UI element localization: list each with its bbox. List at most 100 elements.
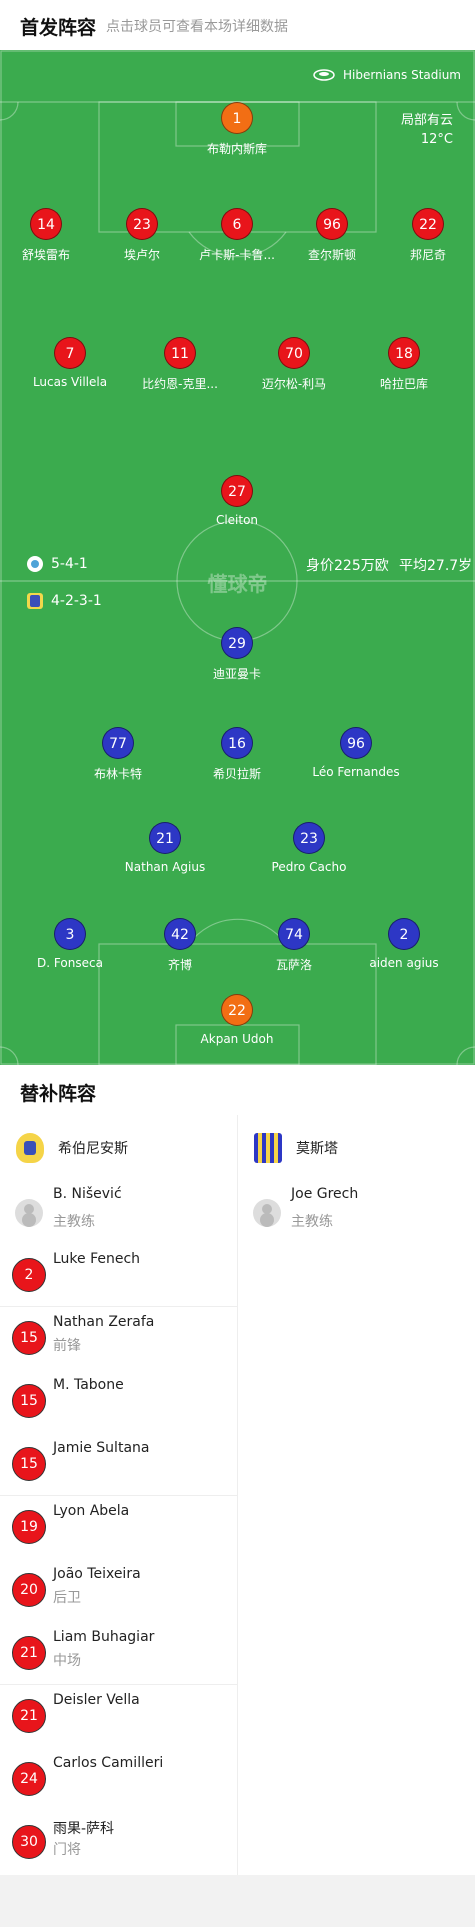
player-name: 齐博 xyxy=(167,958,192,972)
coach-avatar-icon xyxy=(15,1199,43,1227)
away-player[interactable]: 3 D. Fonseca xyxy=(10,918,130,970)
sub-player-row[interactable]: 15 Jamie Sultana xyxy=(0,1432,237,1495)
away-coach-role: 主教练 xyxy=(291,1214,333,1230)
sub-jersey-number: 24 xyxy=(12,1762,46,1796)
away-subs-column: 莫斯塔 Joe Grech 主教练 xyxy=(238,1115,475,1875)
home-team-name: 希伯尼安斯 xyxy=(58,1141,128,1157)
home-coach-name: B. Nišević xyxy=(53,1186,122,1202)
away-player[interactable]: 74 瓦萨洛 xyxy=(234,918,354,973)
sub-player-row[interactable]: 24 Carlos Camilleri xyxy=(0,1747,237,1810)
player-name: 布勒内斯库 xyxy=(206,142,267,156)
jersey-number: 23 xyxy=(126,208,158,240)
sub-jersey-number: 2 xyxy=(12,1258,46,1292)
jersey-number: 74 xyxy=(278,918,310,950)
away-player[interactable]: 22 Akpan Udoh xyxy=(177,994,297,1046)
jersey-number: 27 xyxy=(221,475,253,507)
player-name: 比约恩-克里... xyxy=(142,377,218,391)
player-name: 迈尔松-利马 xyxy=(261,377,327,391)
jersey-number: 29 xyxy=(221,627,253,659)
sub-jersey-number: 15 xyxy=(12,1321,46,1355)
sub-jersey-number: 21 xyxy=(12,1636,46,1670)
player-name: Léo Fernandes xyxy=(312,765,400,779)
sub-player-row[interactable]: 15 M. Tabone xyxy=(0,1369,237,1432)
sub-player-name: Jamie Sultana xyxy=(53,1440,150,1456)
away-player[interactable]: 21 Nathan Agius xyxy=(105,822,225,874)
coach-avatar-icon xyxy=(253,1199,281,1227)
temperature: 12°C xyxy=(420,132,453,147)
subs-panel: 希伯尼安斯 B. Nišević 主教练 2 Luke Fenech 15 Natha… xyxy=(0,1115,475,1875)
player-name: 邦尼奇 xyxy=(409,248,446,262)
player-name: Cleiton xyxy=(215,513,259,527)
sub-player-row[interactable]: 30 雨果-萨科门将 xyxy=(0,1810,237,1873)
away-team-name: 莫斯塔 xyxy=(296,1141,338,1157)
stadium-icon xyxy=(313,69,335,81)
home-player[interactable]: 11 比约恩-克里... xyxy=(120,337,240,392)
home-team-row[interactable]: 希伯尼安斯 xyxy=(0,1131,128,1165)
away-player[interactable]: 29 迪亚曼卡 xyxy=(177,627,297,682)
jersey-number: 42 xyxy=(164,918,196,950)
sub-player-row[interactable]: 20 João Teixeira 后卫 xyxy=(0,1558,237,1621)
home-coach-role: 主教练 xyxy=(53,1214,95,1230)
jersey-number: 96 xyxy=(316,208,348,240)
player-name: Nathan Agius xyxy=(124,860,206,874)
jersey-number: 11 xyxy=(164,337,196,369)
average-age: 平均27.7岁 xyxy=(399,558,473,574)
sub-player-name: Liam Buhagiar xyxy=(53,1629,155,1645)
sub-player-row[interactable]: 15 Nathan Zerafa 前锋 xyxy=(0,1306,237,1369)
player-name: 希贝拉斯 xyxy=(212,767,261,781)
sub-player-role: 后卫 xyxy=(53,1590,81,1606)
sub-player-role: 前锋 xyxy=(53,1338,81,1354)
subs-title: 替补阵容 xyxy=(20,1083,97,1105)
sub-jersey-number: 30 xyxy=(12,1825,46,1859)
stadium-info: Hibernians Stadium xyxy=(313,68,461,82)
home-player[interactable]: 22 邦尼奇 xyxy=(368,208,475,263)
player-name: 瓦萨洛 xyxy=(275,958,312,972)
sub-player-name: Nathan Zerafa xyxy=(53,1314,155,1330)
away-player[interactable]: 77 布林卡特 xyxy=(58,727,178,782)
sub-player-row[interactable]: 19 Lyon Abela xyxy=(0,1495,237,1558)
player-name: 哈拉巴库 xyxy=(379,377,428,391)
away-team-row[interactable]: 莫斯塔 xyxy=(238,1131,338,1165)
team-value: 身价225万欧 xyxy=(306,558,389,574)
jersey-number: 1 xyxy=(221,102,253,134)
sub-player-name: 雨果-萨科 xyxy=(53,1821,115,1837)
sub-player-name: João Teixeira xyxy=(53,1566,141,1582)
jersey-number: 14 xyxy=(30,208,62,240)
home-player[interactable]: 70 迈尔松-利马 xyxy=(234,337,354,392)
player-name: 布林卡特 xyxy=(93,767,142,781)
home-coach[interactable]: B. Nišević 主教练 xyxy=(0,1183,237,1243)
jersey-number: 96 xyxy=(340,727,372,759)
away-crest-icon xyxy=(254,1133,282,1163)
away-player[interactable]: 2 aiden agius xyxy=(344,918,464,970)
lineup-header: 首发阵容 点击球员可查看本场详细数据 xyxy=(0,0,475,50)
player-name: aiden agius xyxy=(369,956,439,970)
sub-player-row[interactable]: 21 Deisler Vella xyxy=(0,1684,237,1747)
lineup-title: 首发阵容 xyxy=(20,17,97,39)
home-player[interactable]: 1 布勒内斯库 xyxy=(177,102,297,157)
sub-player-name: M. Tabone xyxy=(53,1377,124,1393)
away-player[interactable]: 16 希贝拉斯 xyxy=(177,727,297,782)
jersey-number: 22 xyxy=(221,994,253,1026)
sub-player-row[interactable]: 21 Liam Buhagiar 中场 xyxy=(0,1621,237,1684)
player-name: Akpan Udoh xyxy=(200,1032,274,1046)
jersey-number: 77 xyxy=(102,727,134,759)
weather-info: 局部有云 12°C xyxy=(401,111,453,149)
away-player[interactable]: 96 Léo Fernandes xyxy=(296,727,416,779)
jersey-number: 70 xyxy=(278,337,310,369)
sub-player-row[interactable]: 2 Luke Fenech xyxy=(0,1243,237,1306)
stadium-name: Hibernians Stadium xyxy=(343,68,461,82)
sub-player-role: 门将 xyxy=(53,1842,81,1858)
home-formation: 5-4-1 xyxy=(27,556,88,572)
sub-jersey-number: 21 xyxy=(12,1699,46,1733)
away-player[interactable]: 23 Pedro Cacho xyxy=(249,822,369,874)
away-coach[interactable]: Joe Grech 主教练 xyxy=(238,1183,475,1243)
home-player[interactable]: 7 Lucas Villela xyxy=(10,337,130,389)
home-player[interactable]: 27 Cleiton xyxy=(177,475,297,527)
home-player[interactable]: 18 哈拉巴库 xyxy=(344,337,464,392)
player-name: 迪亚曼卡 xyxy=(212,667,261,681)
player-name: Lucas Villela xyxy=(32,375,108,389)
home-team-badge-icon xyxy=(27,556,43,572)
sub-player-name: Deisler Vella xyxy=(53,1692,140,1708)
away-player[interactable]: 42 齐博 xyxy=(120,918,240,973)
player-name: D. Fonseca xyxy=(37,956,103,970)
